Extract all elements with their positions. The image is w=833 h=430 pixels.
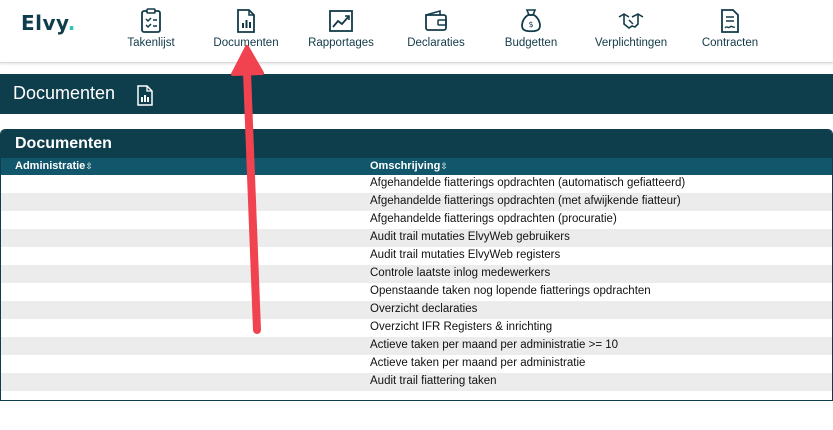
table-row[interactable]: Actieve taken per maand per administrati… [1,355,832,373]
cell-omschrijving[interactable]: Audit trail mutaties ElvyWeb gebruikers [370,231,570,243]
cell-omschrijving[interactable]: Overzicht declaraties [370,303,477,315]
document-chart-icon [137,85,153,106]
contract-icon [721,9,739,33]
page-header: Documenten [0,74,833,114]
table-row[interactable]: Afgehandelde fiatterings opdrachten (pro… [1,211,832,229]
cell-omschrijving[interactable]: Afgehandelde fiatterings opdrachten (met… [370,195,681,207]
cell-omschrijving[interactable]: Audit trail fiattering taken [370,375,497,387]
logo-dot: . [67,11,76,35]
line-chart-icon [329,10,353,32]
nav-takenlijst[interactable]: Takenlijst [124,8,178,56]
elvy-logo[interactable]: Elvy. [21,11,76,35]
table-row[interactable]: Actieve taken per maand per administrati… [1,337,832,355]
nav-documenten[interactable]: Documenten [210,8,282,56]
table-row[interactable]: Openstaande taken nog lopende fiattering… [1,283,832,301]
table-row[interactable]: Afgehandelde fiatterings opdrachten (aut… [1,175,832,193]
table-header: Administratie⇳ Omschrijving⇳ [1,158,832,175]
table-row[interactable]: Controle laatste inlog medewerkers [1,265,832,283]
column-header-omschrijving[interactable]: Omschrijving⇳ [370,160,448,172]
logo-text: Elvy [21,11,68,35]
sort-icon: ⇳ [85,161,93,171]
nav-label-verplichtingen: Verplichtingen [594,37,668,49]
table-row[interactable]: Afgehandelde fiatterings opdrachten (met… [1,193,832,211]
nav-budgetten[interactable]: $ Budgetten [500,8,562,56]
nav-label-documenten: Documenten [213,37,279,49]
table-row[interactable]: Audit trail fiattering taken [1,373,832,391]
table-row[interactable]: Overzicht IFR Registers & inrichting [1,319,832,337]
documents-panel: Documenten Administratie⇳ Omschrijving⇳ … [0,129,833,401]
cell-omschrijving[interactable]: Actieve taken per maand per administrati… [370,339,618,351]
sort-icon: ⇳ [440,161,448,171]
column-label-administratie: Administratie [15,160,86,172]
cell-omschrijving[interactable]: Overzicht IFR Registers & inrichting [370,321,552,333]
nav-label-contracten: Contracten [701,37,759,49]
cell-omschrijving[interactable]: Audit trail mutaties ElvyWeb registers [370,249,560,261]
nav-declaraties[interactable]: Declaraties [404,8,468,56]
top-navigation-bar: Elvy. Takenlijst Documenten Rapportages [0,0,833,63]
column-header-administratie[interactable]: Administratie⇳ [15,160,93,172]
nav-contracten[interactable]: Contracten [697,8,763,56]
documents-table-body: Afgehandelde fiatterings opdrachten (aut… [1,175,832,391]
nav-rapportages[interactable]: Rapportages [305,8,377,56]
panel-title: Documenten [1,130,832,158]
nav-verplichtingen[interactable]: Verplichtingen [590,8,672,56]
money-bag-icon: $ [521,9,541,33]
column-label-omschrijving: Omschrijving [370,160,441,172]
nav-label-budgetten: Budgetten [504,37,558,49]
nav-label-declaraties: Declaraties [407,37,465,49]
svg-text:$: $ [528,20,533,29]
table-row[interactable]: Audit trail mutaties ElvyWeb gebruikers [1,229,832,247]
cell-omschrijving[interactable]: Afgehandelde fiatterings opdrachten (pro… [370,213,617,225]
cell-omschrijving[interactable]: Openstaande taken nog lopende fiattering… [370,285,651,297]
page-title: Documenten [13,83,116,103]
nav-label-takenlijst: Takenlijst [127,37,175,49]
cell-omschrijving[interactable]: Afgehandelde fiatterings opdrachten (aut… [370,177,685,189]
clipboard-icon [141,8,161,33]
handshake-icon [618,13,644,29]
cell-omschrijving[interactable]: Controle laatste inlog medewerkers [370,267,550,279]
table-row[interactable]: Audit trail mutaties ElvyWeb registers [1,247,832,265]
nav-label-rapportages: Rapportages [308,37,374,49]
document-chart-icon [237,9,255,33]
wallet-icon [425,9,447,31]
cell-omschrijving[interactable]: Actieve taken per maand per administrati… [370,357,585,369]
table-row[interactable]: Overzicht declaraties [1,301,832,319]
